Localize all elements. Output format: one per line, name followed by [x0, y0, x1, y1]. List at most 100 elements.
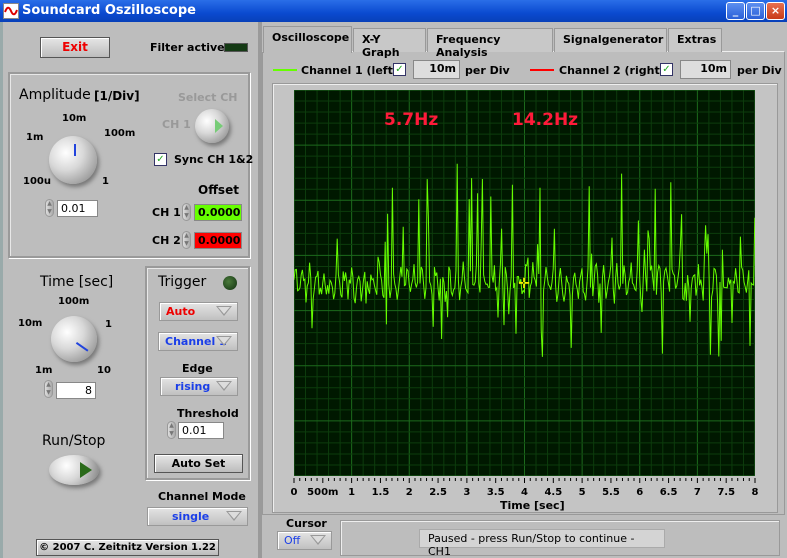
x-tick-label: 5.5	[602, 487, 620, 498]
chevron-down-icon	[216, 306, 232, 316]
filter-led	[224, 43, 248, 52]
threshold-spinner[interactable]: ▲ ▼	[167, 421, 176, 439]
time-tick: 1m	[35, 365, 53, 376]
ch2-per-div-input[interactable]: 10m	[680, 60, 731, 79]
trigger-mode-dropdown[interactable]: Auto	[159, 302, 238, 321]
chevron-down-icon	[310, 535, 326, 545]
ch1-label: Channel 1 (left)	[301, 64, 398, 77]
offset-ch1-input[interactable]: 0.0000	[194, 204, 242, 221]
trigger-channel-dropdown[interactable]: Channel 1	[158, 332, 238, 351]
x-tick-label: 4.5	[544, 487, 562, 498]
tab-frequency-analysis[interactable]: Frequency Analysis	[427, 28, 553, 59]
x-tick-label: 5	[579, 487, 586, 498]
time-tick: 10	[97, 365, 111, 376]
close-button[interactable]: ×	[766, 2, 785, 20]
x-tick-label: 6	[636, 487, 643, 498]
run-stop-button[interactable]	[49, 455, 99, 485]
channel-mode-dropdown[interactable]: single	[147, 507, 248, 526]
amplitude-input[interactable]: 0.01	[57, 200, 98, 217]
knob-pointer	[75, 342, 89, 352]
app-icon	[3, 3, 19, 19]
sync-checkbox[interactable]: ✓	[154, 153, 167, 166]
offset-ch2-label: CH 2	[152, 234, 181, 247]
x-tick-label: 3	[463, 487, 470, 498]
x-tick-label: 2	[406, 487, 413, 498]
frequency-annotation: 5.7Hz	[384, 110, 439, 130]
amp-tick: 100m	[104, 128, 136, 139]
tab-extras[interactable]: Extras	[668, 28, 722, 52]
channel-mode-label: Channel Mode	[158, 490, 246, 503]
ch1-checkbox[interactable]: ✓	[393, 63, 406, 76]
amplitude-title: Amplitude	[19, 87, 91, 103]
trigger-title: Trigger	[158, 274, 207, 290]
time-spinner[interactable]: ▲ ▼	[44, 380, 53, 398]
time-knob[interactable]	[51, 316, 97, 362]
ch2-per-div-label: per Div	[737, 64, 782, 77]
cursor-marker-icon: ✛	[518, 276, 530, 292]
x-tick-label: 0	[291, 487, 298, 498]
tab-xy-graph[interactable]: X-Y Graph	[353, 28, 426, 59]
chevron-down-icon	[226, 511, 242, 521]
amplitude-unit: [1/Div]	[94, 89, 140, 103]
ch1-per-div-input[interactable]: 10m	[413, 60, 460, 79]
x-tick-label: 6.5	[660, 487, 678, 498]
exit-button[interactable]: Exit	[40, 37, 110, 58]
cursor-label: Cursor	[286, 517, 327, 530]
select-ch-value: CH 1	[162, 118, 191, 131]
amplitude-spinner[interactable]: ▲ ▼	[45, 199, 54, 217]
amplitude-knob[interactable]	[49, 136, 97, 184]
ch2-legend-line	[530, 69, 554, 71]
x-tick-label: 1.5	[372, 487, 390, 498]
trigger-led	[223, 276, 237, 290]
time-input[interactable]: 8	[56, 382, 96, 399]
minimize-button[interactable]: _	[726, 2, 745, 20]
amp-tick: 1	[102, 176, 109, 187]
chevron-down-icon	[216, 381, 232, 391]
play-icon	[215, 119, 223, 133]
sync-label: Sync CH 1&2	[174, 153, 254, 166]
x-tick-label: 500m	[307, 487, 338, 498]
x-tick-label: 7	[694, 487, 701, 498]
offset-ch2-spinner[interactable]: ▲ ▼	[182, 231, 191, 249]
trigger-mode-value: Auto	[166, 305, 196, 318]
cursor-dropdown[interactable]: Off	[277, 531, 332, 550]
x-tick-label: 3.5	[487, 487, 505, 498]
time-title: Time [sec]	[40, 274, 114, 290]
offset-ch1-label: CH 1	[152, 206, 181, 219]
x-axis-label: Time [sec]	[500, 499, 565, 512]
tab-oscilloscope[interactable]: Oscilloscope	[263, 26, 352, 53]
ch1-legend-line	[273, 69, 297, 71]
chevron-down-icon	[216, 336, 232, 346]
tab-signalgenerator[interactable]: Signalgenerator	[554, 28, 667, 52]
x-tick-label: 1	[348, 487, 355, 498]
offset-title: Offset	[198, 183, 239, 197]
threshold-input[interactable]: 0.01	[178, 422, 224, 439]
time-tick: 100m	[58, 296, 90, 307]
ch2-label: Channel 2 (right)	[559, 64, 665, 77]
frequency-annotation: 14.2Hz	[512, 110, 579, 130]
maximize-button[interactable]: □	[746, 2, 765, 20]
x-tick-label: 7.5	[717, 487, 735, 498]
oscilloscope-plot[interactable]: ✛	[294, 90, 755, 476]
play-icon	[80, 462, 92, 478]
auto-set-button[interactable]: Auto Set	[154, 454, 243, 473]
filter-label: Filter active	[150, 41, 225, 54]
offset-ch2-input[interactable]: 0.0000	[194, 232, 242, 249]
title-bar: Soundcard Oszilloscope _ □ ×	[0, 0, 787, 22]
x-tick-label: 4	[521, 487, 528, 498]
channel-mode-value: single	[172, 510, 210, 523]
edge-dropdown[interactable]: rising	[160, 377, 238, 396]
status-text: Paused - press Run/Stop to continue - CH…	[419, 529, 665, 558]
threshold-label: Threshold	[177, 407, 239, 420]
ch2-checkbox[interactable]: ✓	[660, 63, 673, 76]
ch1-per-div-label: per Div	[465, 64, 510, 77]
time-tick: 10m	[18, 318, 43, 329]
amp-tick: 10m	[62, 113, 87, 124]
select-ch-button[interactable]	[195, 109, 229, 143]
knob-pointer	[74, 144, 76, 156]
amp-tick: 100u	[23, 176, 51, 187]
amp-tick: 1m	[26, 132, 44, 143]
select-ch-label: Select CH	[178, 91, 238, 104]
offset-ch1-spinner[interactable]: ▲ ▼	[182, 203, 191, 221]
edge-label: Edge	[182, 362, 213, 375]
